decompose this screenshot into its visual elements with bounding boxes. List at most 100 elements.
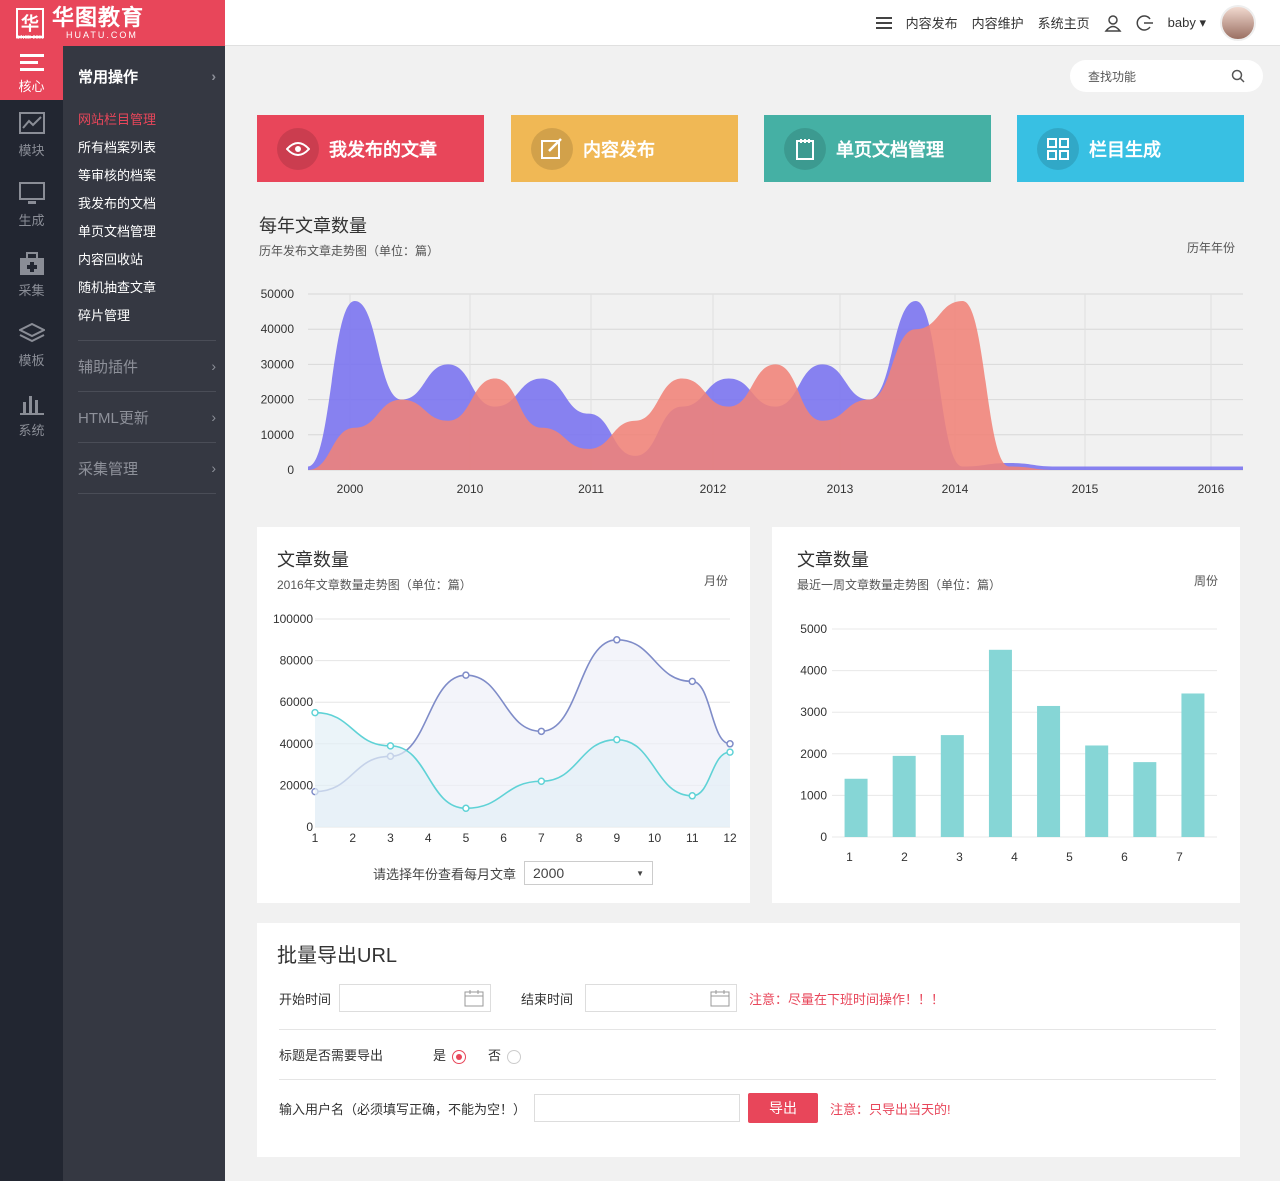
- grid-icon: [1037, 127, 1079, 170]
- top-link-maintain[interactable]: 内容维护: [972, 13, 1024, 32]
- user-icon[interactable]: [1104, 14, 1122, 32]
- x-tick-label: 8: [576, 831, 583, 845]
- x-tick-label: 7: [538, 831, 545, 845]
- brand-since: SINCE 2001: [16, 35, 44, 41]
- submenu-item[interactable]: 碎片管理: [78, 302, 216, 330]
- bar: [988, 649, 1012, 837]
- submenu-list: 网站栏目管理 所有档案列表 等审核的档案 我发布的文档 单页文档管理 内容回收站…: [78, 106, 216, 341]
- hamburger-icon[interactable]: [875, 16, 892, 30]
- nav-core-label: 核心: [18, 78, 45, 94]
- y-tick-label: 30000: [261, 357, 295, 371]
- radio-no-indicator[interactable]: [507, 1049, 522, 1064]
- data-point: [726, 748, 734, 756]
- title-export-label: 标题是否需要导出: [279, 1048, 384, 1063]
- monthly-title: 文章数量: [277, 550, 349, 570]
- x-tick-label: 2013: [827, 482, 854, 496]
- submenu-item[interactable]: 所有档案列表: [78, 134, 216, 162]
- y-tick-label: 100000: [273, 612, 313, 626]
- submenu-item[interactable]: 网站栏目管理: [78, 106, 216, 134]
- export-button[interactable]: 导出: [748, 1093, 819, 1123]
- y-tick-label: 4000: [800, 664, 827, 678]
- bar: [1085, 745, 1109, 837]
- brand-domain: HUATU.COM: [66, 30, 138, 40]
- quick-my-articles[interactable]: 我发布的文章: [257, 115, 484, 182]
- quick-label: 单页文档管理: [836, 139, 944, 160]
- quick-column-generate[interactable]: 栏目生成: [1017, 115, 1244, 182]
- top-link-publish[interactable]: 内容发布: [906, 13, 958, 32]
- y-tick-label: 3000: [800, 705, 827, 719]
- submenu-item[interactable]: 内容回收站: [78, 246, 216, 274]
- x-tick-label: 3: [956, 850, 963, 864]
- submenu-group-common[interactable]: 常用操作 ›: [78, 46, 216, 106]
- chevron-right-icon: ›: [211, 68, 216, 84]
- radio-yes-indicator[interactable]: [452, 1049, 467, 1064]
- submenu-item[interactable]: 单页文档管理: [78, 218, 216, 246]
- search-input[interactable]: 查找功能: [1088, 68, 1136, 85]
- search-icon[interactable]: [1231, 69, 1245, 83]
- calendar-icon[interactable]: [464, 989, 484, 1007]
- submenu-item[interactable]: 随机抽查文章: [78, 274, 216, 302]
- caret-down-icon: ▼: [636, 868, 645, 878]
- nav-system-label: 系统: [18, 422, 45, 438]
- x-tick-label: 3: [387, 831, 394, 845]
- monthly-line-chart: 0200004000060000800001000001 2 3 4 5 6 7 8 9 10 11…: [273, 612, 737, 845]
- nav-generate[interactable]: 生成: [0, 170, 63, 240]
- export-title: 批量导出URL: [277, 945, 398, 967]
- quick-single-page[interactable]: 单页文档管理: [764, 115, 991, 182]
- radio-yes-label: 是: [433, 1048, 447, 1063]
- nav-collect[interactable]: 采集: [0, 240, 63, 310]
- user-menu[interactable]: baby ▾: [1168, 15, 1206, 31]
- submenu-item[interactable]: 我发布的文档: [78, 190, 216, 218]
- submenu-group-collect[interactable]: 采集管理 ›: [78, 443, 216, 494]
- data-point: [386, 742, 395, 750]
- submenu-group-plugins[interactable]: 辅助插件 ›: [78, 341, 216, 392]
- submenu-item[interactable]: 等审核的档案: [78, 162, 216, 190]
- year-select[interactable]: 2000 ▼: [524, 861, 654, 885]
- document-icon: [784, 127, 826, 170]
- avatar[interactable]: [1220, 4, 1256, 41]
- submenu-group-html[interactable]: HTML更新 ›: [78, 392, 216, 443]
- x-tick-label: 2000: [337, 482, 364, 496]
- data-point: [537, 777, 546, 785]
- year-select-label: 请选择年份查看每月文章: [373, 866, 517, 882]
- x-tick-label: 11: [686, 831, 699, 845]
- nav-modules-label: 模块: [18, 142, 45, 158]
- start-time-input[interactable]: [339, 984, 492, 1012]
- brand-logo[interactable]: 华 华图教育 HUATU.COM SINCE 2001: [0, 0, 225, 46]
- radio-no[interactable]: 否: [488, 1045, 522, 1064]
- weekly-panel: 文章数量 最近一周文章数量走势图（单位：篇） 周份 0 1000 2000 3000 4…: [772, 527, 1240, 903]
- function-search[interactable]: 查找功能: [1070, 60, 1263, 92]
- top-link-home[interactable]: 系统主页: [1038, 13, 1090, 32]
- data-point: [688, 677, 697, 686]
- export-title-row: 标题是否需要导出 是 否: [279, 1045, 1216, 1064]
- chart-icon: [18, 111, 45, 134]
- x-tick-label: 2012: [700, 482, 727, 496]
- weekly-title: 文章数量: [797, 550, 869, 570]
- layers-icon: [18, 322, 45, 342]
- end-time-input[interactable]: [585, 984, 738, 1012]
- weekly-period-label: 周份: [1193, 574, 1218, 588]
- nav-modules[interactable]: 模块: [0, 100, 63, 170]
- calendar-icon[interactable]: [710, 989, 730, 1007]
- bar-chart-icon: [19, 395, 44, 415]
- nav-system[interactable]: 系统: [0, 380, 63, 450]
- y-tick-label: 2000: [800, 747, 827, 761]
- radio-yes[interactable]: 是: [433, 1045, 467, 1064]
- submenu-group-label: 辅助插件: [78, 358, 139, 376]
- chevron-right-icon: ›: [211, 460, 216, 476]
- x-tick-label: 2014: [942, 482, 969, 496]
- nav-templates-label: 模板: [18, 352, 45, 368]
- y-tick-label: 0: [287, 463, 294, 477]
- x-tick-label: 1: [846, 850, 853, 864]
- x-tick-label: 2011: [578, 482, 604, 496]
- nav-templates[interactable]: 模板: [0, 310, 63, 380]
- logout-icon[interactable]: [1136, 14, 1154, 32]
- username-input[interactable]: [534, 1094, 741, 1122]
- bar: [940, 735, 964, 837]
- quick-publish[interactable]: 内容发布: [511, 115, 738, 182]
- year-select-value: 2000: [533, 865, 565, 881]
- y-tick-label: 10000: [261, 428, 295, 442]
- x-tick-label: 9: [613, 831, 620, 845]
- nav-core[interactable]: 核心: [0, 46, 63, 100]
- x-tick-label: 10: [648, 831, 662, 845]
